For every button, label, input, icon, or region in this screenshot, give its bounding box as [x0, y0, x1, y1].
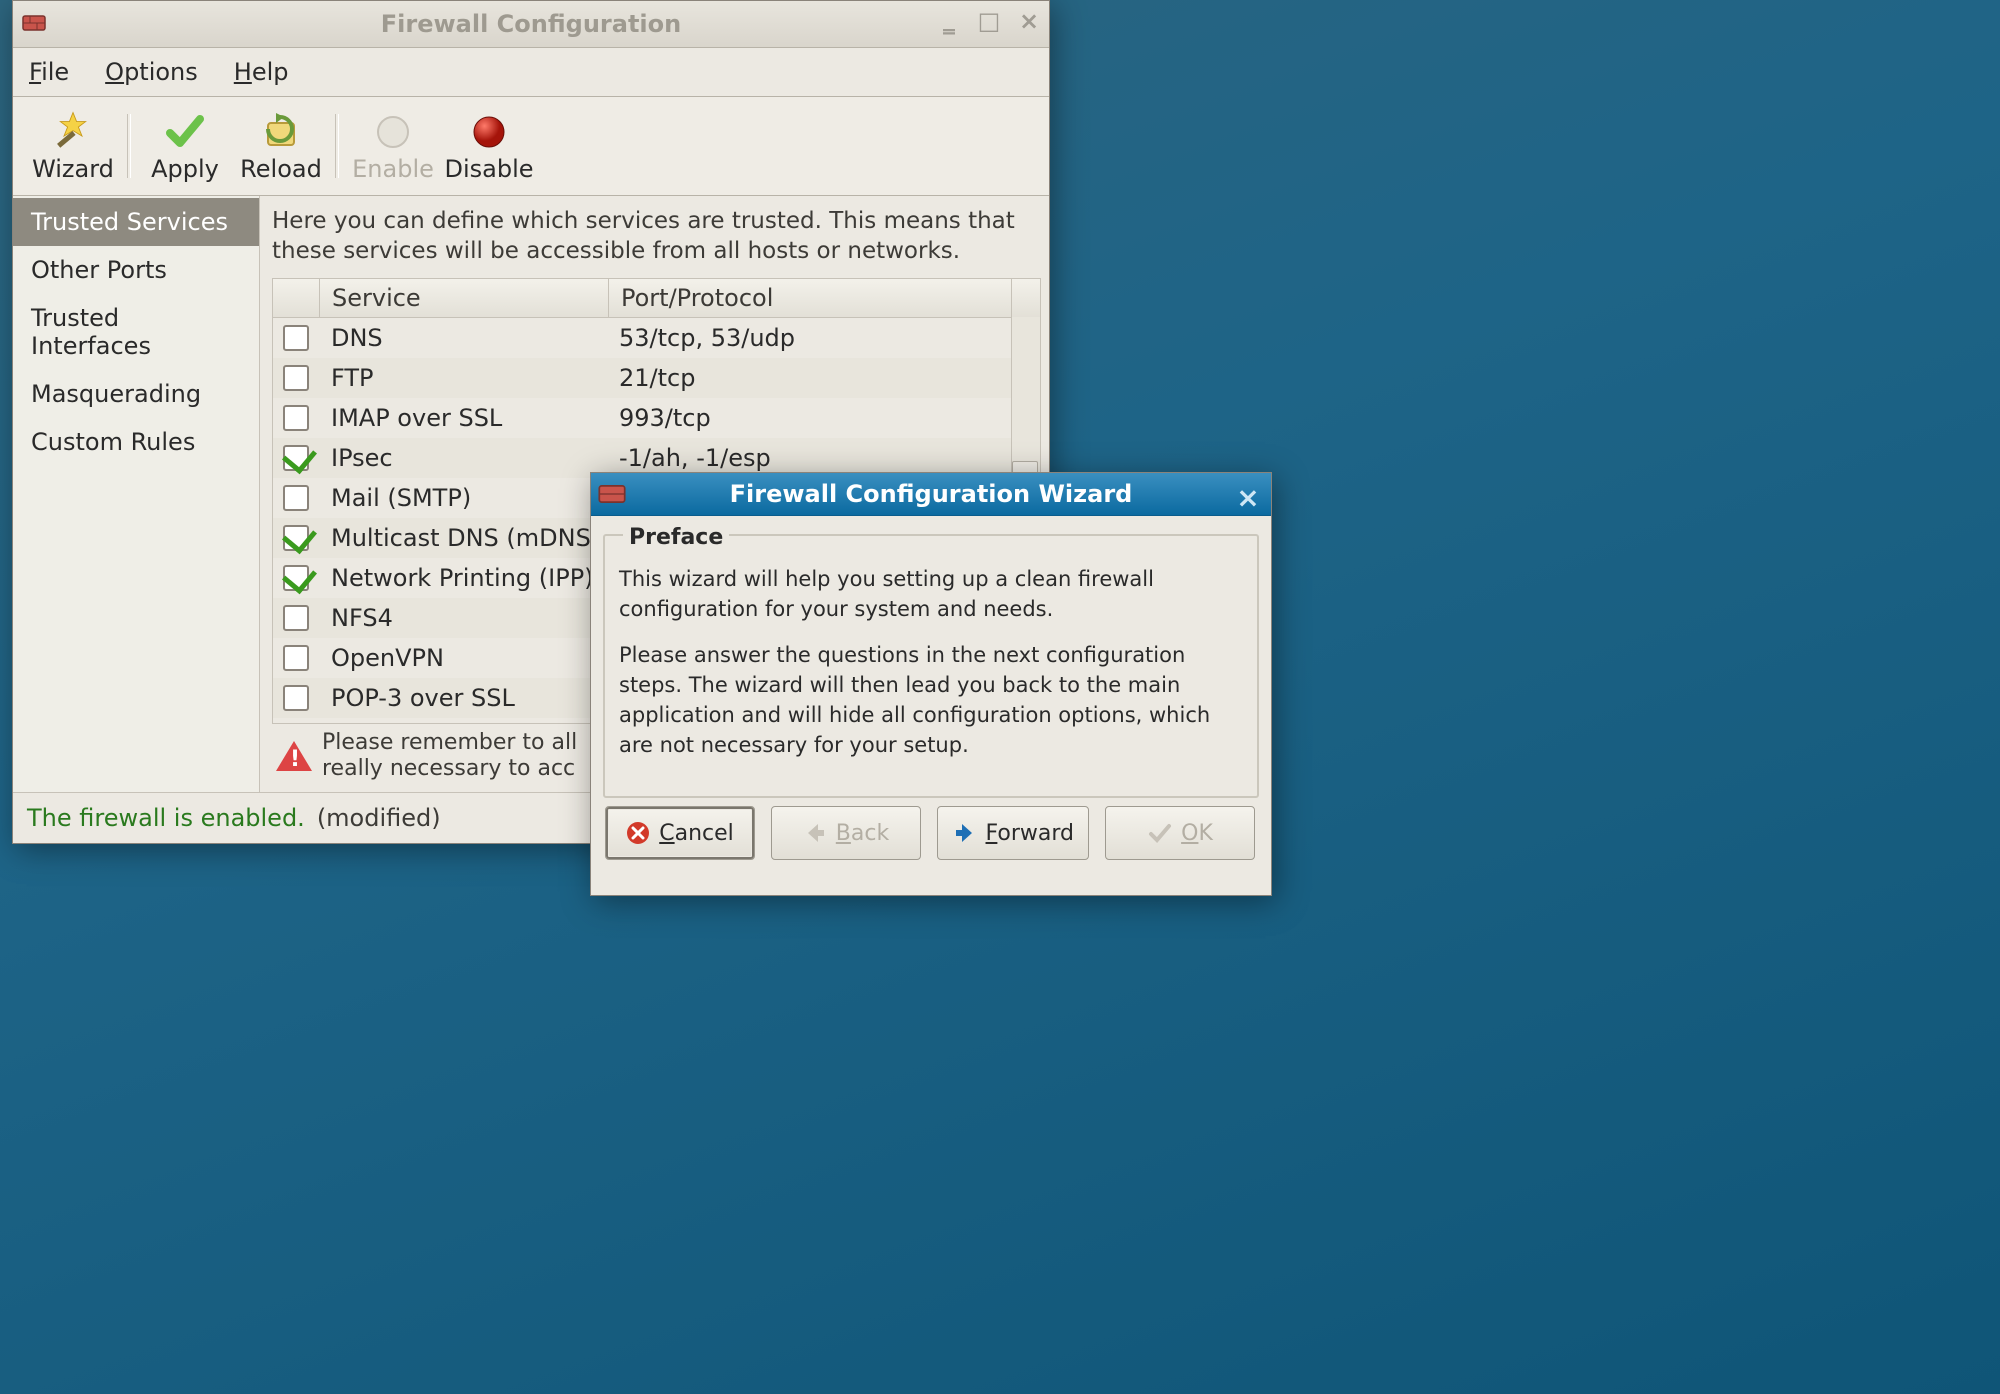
main-title: Firewall Configuration [381, 10, 681, 38]
service-name: Mail (SMTP) [319, 484, 607, 512]
service-checkbox[interactable] [273, 685, 319, 711]
toolbar-separator [127, 114, 131, 178]
reload-button[interactable]: Reload [233, 109, 329, 183]
service-name: DNS [319, 324, 607, 352]
main-titlebar[interactable]: Firewall Configuration ‗ □ × [13, 1, 1049, 48]
service-checkbox[interactable] [273, 365, 319, 391]
content-description: Here you can define which services are t… [272, 206, 1041, 266]
service-name: OpenVPN [319, 644, 607, 672]
close-button[interactable]: × [1015, 9, 1043, 33]
service-name: POP-3 over SSL [319, 684, 607, 712]
apply-button[interactable]: Apply [137, 109, 233, 183]
firewall-icon [21, 10, 47, 36]
forward-button[interactable]: Forward [937, 806, 1089, 860]
service-checkbox[interactable] [273, 645, 319, 671]
enable-icon [372, 111, 414, 153]
ok-icon [1147, 820, 1173, 846]
service-checkbox[interactable] [273, 565, 319, 591]
sidebar: Trusted Services Other Ports Trusted Int… [13, 196, 260, 792]
sidebar-item-custom-rules[interactable]: Custom Rules [13, 418, 259, 466]
table-row[interactable]: IMAP over SSL993/tcp [273, 398, 1040, 438]
sidebar-item-masquerading[interactable]: Masquerading [13, 370, 259, 418]
service-name: Multicast DNS (mDNS) [319, 524, 607, 552]
sidebar-item-other-ports[interactable]: Other Ports [13, 246, 259, 294]
service-port: 21/tcp [607, 364, 1040, 392]
header-check[interactable] [273, 279, 320, 317]
toolbar: Wizard Apply Reload Enable Disable [13, 97, 1049, 196]
wizard-titlebar[interactable]: Firewall Configuration Wizard × [591, 473, 1271, 516]
menu-file[interactable]: File [29, 58, 69, 86]
toolbar-separator [335, 114, 339, 178]
header-port[interactable]: Port/Protocol [609, 279, 1011, 317]
wizard-dialog: Firewall Configuration Wizard × Preface … [590, 472, 1272, 896]
wand-icon [52, 111, 94, 153]
service-port: 993/tcp [607, 404, 1040, 432]
reload-icon [260, 111, 302, 153]
maximize-button[interactable]: □ [975, 9, 1003, 33]
service-name: FTP [319, 364, 607, 392]
menu-options[interactable]: Options [105, 58, 198, 86]
service-checkbox[interactable] [273, 405, 319, 431]
ok-button: OK [1105, 806, 1255, 860]
wizard-button-row: Cancel Back Forward OK [591, 806, 1271, 872]
header-service[interactable]: Service [320, 279, 609, 317]
table-row[interactable]: FTP21/tcp [273, 358, 1040, 398]
disable-icon [468, 111, 510, 153]
service-checkbox[interactable] [273, 525, 319, 551]
service-port: -1/ah, -1/esp [607, 444, 1040, 472]
wizard-button[interactable]: Wizard [25, 109, 121, 183]
enable-button: Enable [345, 109, 441, 183]
forward-arrow-icon [952, 820, 978, 846]
wizard-legend: Preface [623, 525, 729, 550]
service-checkbox[interactable] [273, 485, 319, 511]
service-checkbox[interactable] [273, 605, 319, 631]
menu-help[interactable]: Help [234, 58, 289, 86]
table-row[interactable]: DNS53/tcp, 53/udp [273, 318, 1040, 358]
menubar: File Options Help [13, 48, 1049, 97]
back-button: Back [771, 806, 921, 860]
service-checkbox[interactable] [273, 445, 319, 471]
service-name: IPsec [319, 444, 607, 472]
table-header: Service Port/Protocol [273, 279, 1040, 318]
service-checkbox[interactable] [273, 325, 319, 351]
cancel-icon [625, 820, 651, 846]
status-modified: (modified) [317, 804, 441, 832]
sidebar-item-trusted-interfaces[interactable]: Trusted Interfaces [13, 294, 259, 370]
firewall-icon [597, 479, 627, 509]
service-name: IMAP over SSL [319, 404, 607, 432]
header-scroll [1011, 279, 1040, 317]
disable-button[interactable]: Disable [441, 109, 537, 183]
check-icon [164, 111, 206, 153]
service-name: Network Printing (IPP) [319, 564, 607, 592]
service-name: NFS4 [319, 604, 607, 632]
warning-icon [276, 741, 312, 771]
wizard-fieldset: Preface This wizard will help you settin… [603, 534, 1259, 798]
back-arrow-icon [802, 820, 828, 846]
status-enabled: The firewall is enabled. [27, 804, 305, 832]
minimize-button[interactable]: ‗ [935, 9, 963, 33]
cancel-button[interactable]: Cancel [605, 806, 755, 860]
service-port: 53/tcp, 53/udp [607, 324, 1040, 352]
wizard-body-text: This wizard will help you setting up a c… [619, 564, 1243, 760]
sidebar-item-trusted-services[interactable]: Trusted Services [13, 198, 259, 246]
wizard-title: Firewall Configuration Wizard [730, 480, 1133, 508]
wizard-close-button[interactable]: × [1233, 477, 1263, 507]
